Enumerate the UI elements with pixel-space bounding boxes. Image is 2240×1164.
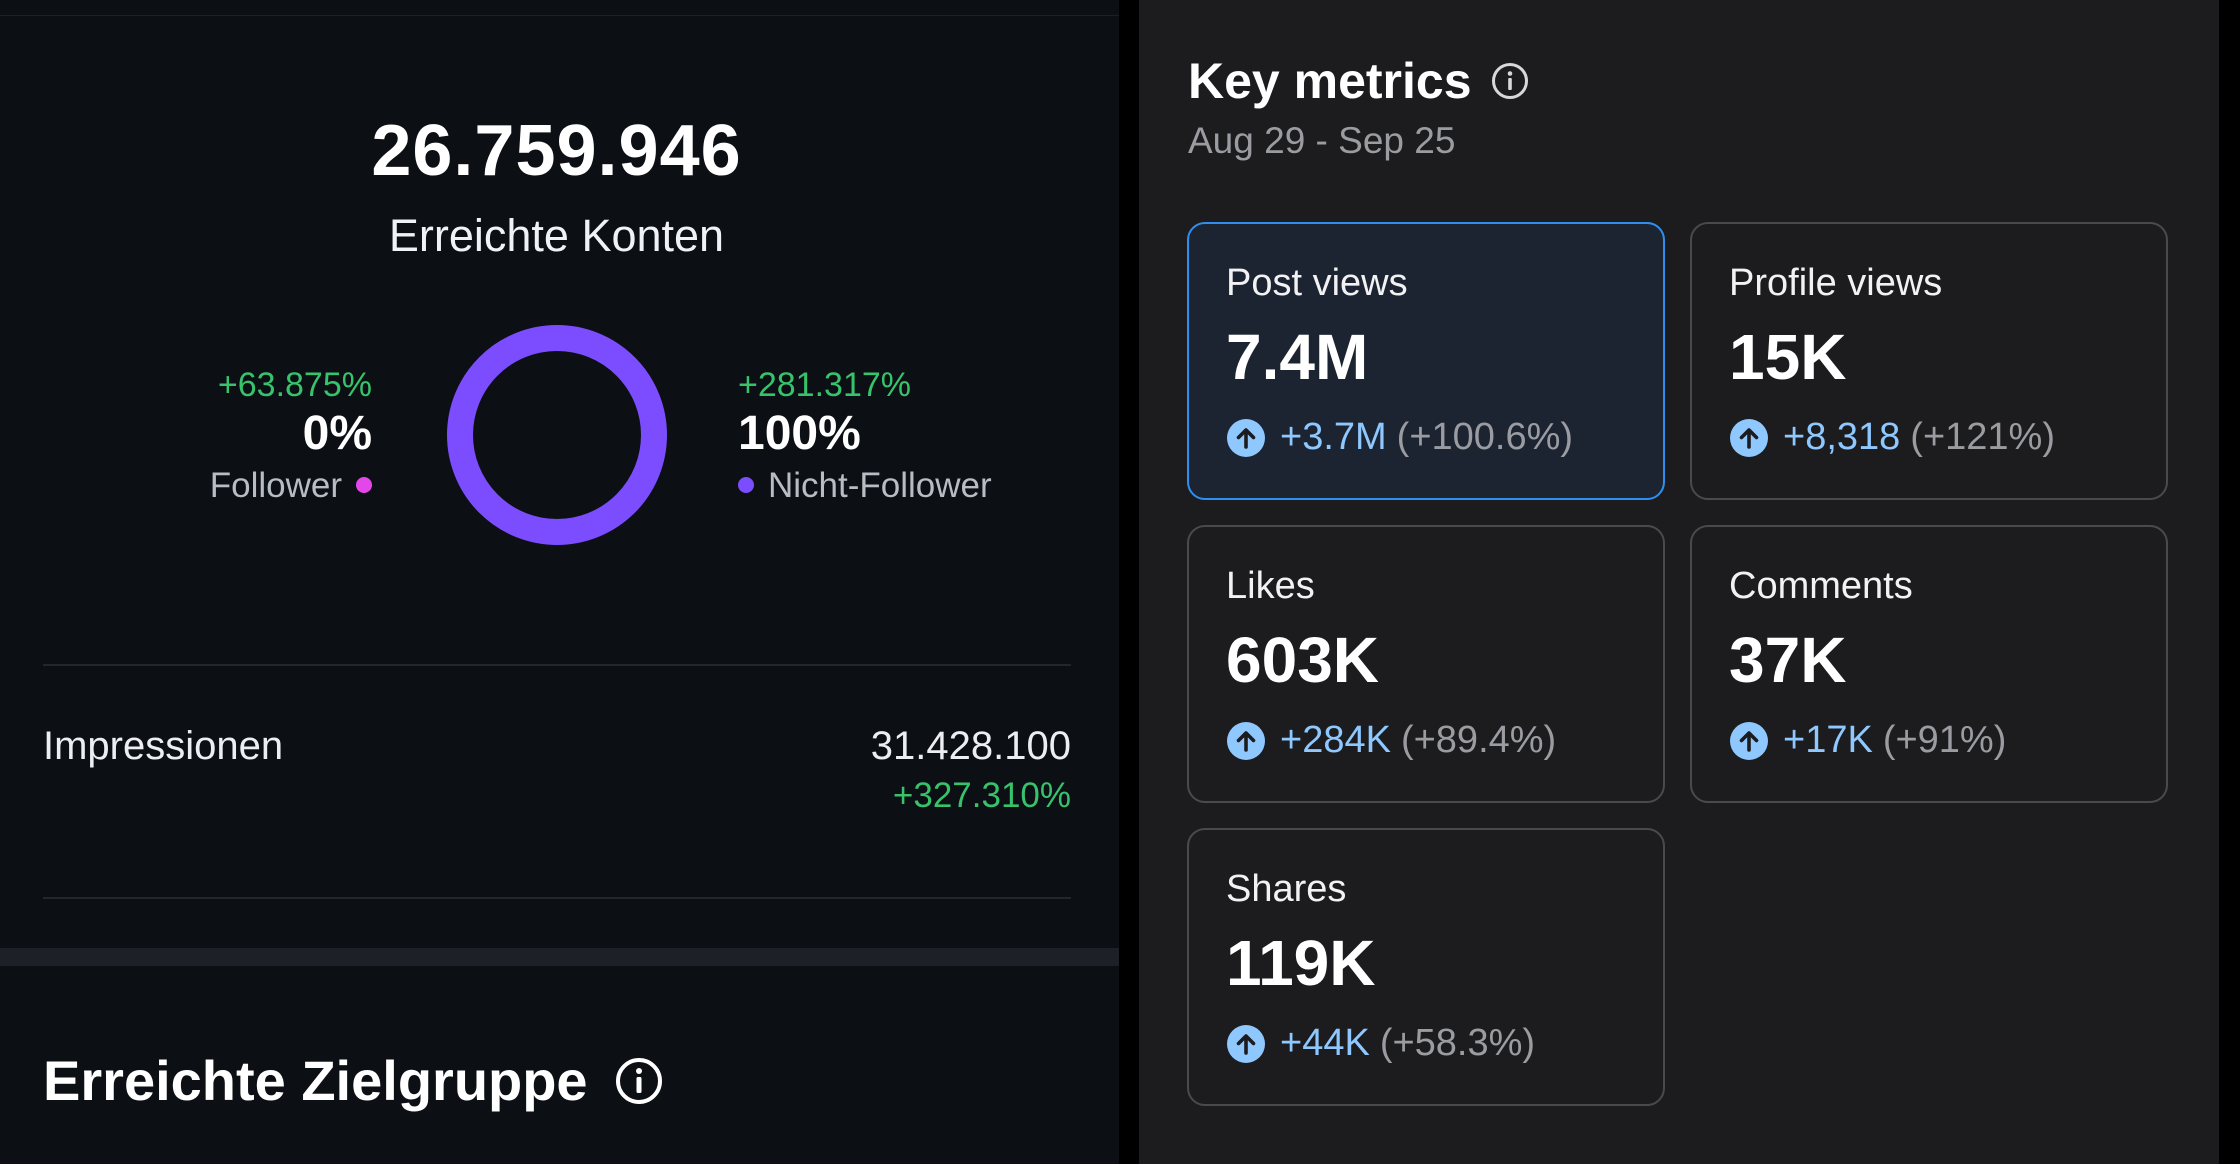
metric-card-post-views[interactable]: Post views 7.4M +3.7M (+100.6%) (1187, 222, 1665, 500)
non-follower-dot-icon (738, 476, 754, 493)
metric-change-percent: (+89.4%) (1400, 719, 1557, 761)
metric-label: Shares (1226, 868, 1347, 910)
metric-value: 7.4M (1226, 321, 1369, 393)
info-icon[interactable] (614, 1056, 664, 1106)
reach-total-value: 26.759.946 (371, 111, 742, 191)
metric-change: +8,318 (+121%) (1729, 416, 2055, 459)
metric-change-absolute: +284K (1280, 719, 1391, 761)
screenshot-stage: 26.759.946 Erreichte Konten +63.875% 0% … (0, 0, 2240, 1164)
follower-label: Follower (209, 466, 342, 505)
right-edge (2219, 0, 2240, 1164)
follower-percent: 0% (302, 407, 372, 460)
follower-legend: Follower (210, 462, 372, 510)
follower-change: +63.875% (217, 366, 372, 404)
metric-card-profile-views[interactable]: Profile views 15K +8,318 (+121%) (1690, 222, 2168, 500)
metric-change-percent: (+100.6%) (1396, 416, 1574, 458)
metric-change: +17K (+91%) (1729, 719, 2006, 762)
metric-label: Post views (1226, 262, 1408, 304)
arrow-up-circle-icon (1227, 1024, 1265, 1063)
metric-change-percent: (+58.3%) (1379, 1022, 1536, 1064)
metric-label: Comments (1729, 565, 1913, 607)
follower-dot-icon (356, 476, 372, 493)
metric-value: 603K (1226, 624, 1379, 696)
key-metrics-title-text: Key metrics (1188, 53, 1472, 109)
impressions-value: 31.428.100 (870, 724, 1071, 768)
metric-change-percent: (+91%) (1882, 719, 2007, 761)
metric-change-absolute: +8,318 (1783, 416, 1901, 458)
arrow-up-circle-icon (1227, 721, 1265, 760)
metric-change: +284K (+89.4%) (1226, 719, 1556, 762)
non-follower-change: +281.317% (738, 366, 911, 404)
top-divider (0, 15, 1119, 16)
non-follower-legend: Nicht-Follower (738, 462, 992, 510)
impressions-label: Impressionen (43, 724, 284, 768)
key-metrics-panel: Key metrics Aug 29 - Sep 25 Post views 7… (1139, 0, 2219, 1164)
non-follower-percent: 100% (738, 407, 861, 460)
non-follower-label: Nicht-Follower (768, 466, 992, 505)
date-range: Aug 29 - Sep 25 (1188, 120, 1456, 161)
metric-card-comments[interactable]: Comments 37K +17K (+91%) (1690, 525, 2168, 803)
arrow-up-circle-icon (1730, 418, 1768, 457)
non-follower-breakdown: +281.317% 100% Nicht-Follower (738, 364, 992, 510)
reach-insights-panel: 26.759.946 Erreichte Konten +63.875% 0% … (0, 0, 1119, 1164)
section-separator (0, 948, 1119, 966)
audience-section-title: Erreichte Zielgruppe (43, 1048, 664, 1113)
panel-gap (1119, 0, 1139, 1164)
audience-title-text: Erreichte Zielgruppe (43, 1049, 588, 1112)
arrow-up-circle-icon (1730, 721, 1768, 760)
divider (43, 664, 1071, 666)
metric-change: +44K (+58.3%) (1226, 1022, 1535, 1065)
metric-change-absolute: +44K (1280, 1022, 1370, 1064)
metric-change-absolute: +3.7M (1280, 416, 1387, 458)
metric-value: 37K (1729, 624, 1847, 696)
impressions-change: +327.310% (892, 776, 1071, 815)
donut-segment-non-follower (447, 325, 667, 545)
divider (43, 897, 1071, 899)
key-metrics-title: Key metrics (1188, 52, 1530, 110)
metric-value: 119K (1226, 927, 1376, 999)
metric-label: Likes (1226, 565, 1315, 607)
arrow-up-circle-icon (1227, 418, 1265, 457)
metric-change-percent: (+121%) (1910, 416, 2055, 458)
metric-card-shares[interactable]: Shares 119K +44K (+58.3%) (1187, 828, 1665, 1106)
metric-card-likes[interactable]: Likes 603K +284K (+89.4%) (1187, 525, 1665, 803)
info-icon[interactable] (1490, 61, 1530, 101)
metric-change-absolute: +17K (1783, 719, 1873, 761)
metric-change: +3.7M (+100.6%) (1226, 416, 1573, 459)
reach-total-label: Erreichte Konten (388, 210, 725, 261)
metric-label: Profile views (1729, 262, 1943, 304)
metric-value: 15K (1729, 321, 1847, 393)
reach-donut-chart (447, 325, 667, 545)
follower-breakdown: +63.875% 0% Follower (210, 364, 372, 510)
